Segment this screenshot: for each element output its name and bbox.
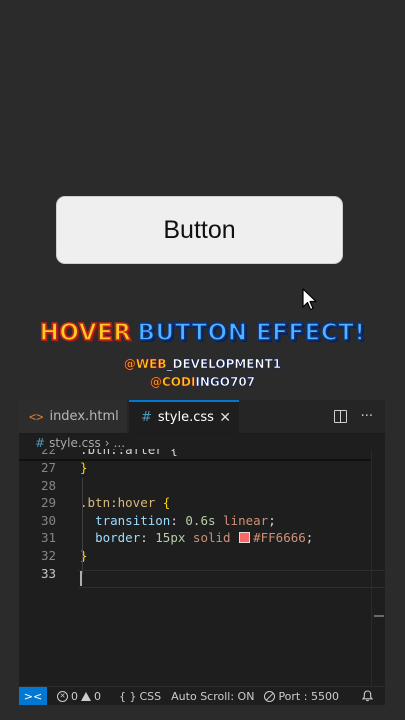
handle-web-development: @WEB_DEVELOPMENT1 <box>123 357 282 372</box>
editor-actions: ··· <box>333 400 373 433</box>
line-text: .btn:hover { <box>80 494 170 512</box>
status-bar: >< ✕ 0 0 { } CSS Auto Scroll: ON Port : … <box>19 686 385 705</box>
no-entry-icon <box>264 690 276 702</box>
tab-label: style.css <box>157 410 214 425</box>
code-line: 28 <box>19 477 385 495</box>
title-word-hover: HOVER <box>39 319 132 347</box>
warning-count: 0 <box>94 689 101 703</box>
close-tab-icon[interactable]: ✕ <box>219 410 231 426</box>
code-line: 27 } <box>19 459 385 477</box>
css-selector: .btn:hover <box>80 495 156 511</box>
remote-icon: >< <box>23 689 43 703</box>
breadcrumb-symbol[interactable]: ... <box>114 436 125 450</box>
language-label: CSS <box>139 689 162 703</box>
auto-scroll-button[interactable]: Auto Scroll: ON <box>171 690 254 703</box>
code-line: 31 border: 15px solid #FF6666; <box>19 529 385 547</box>
language-mode-button[interactable]: { } CSS <box>119 690 161 703</box>
css-property: transition <box>95 512 171 528</box>
css-keyword: linear <box>223 512 269 528</box>
more-actions-icon[interactable]: ··· <box>361 409 373 424</box>
line-number: 33 <box>40 565 56 581</box>
code-line: 22 .btn::after { <box>19 449 385 459</box>
line-text: border: 15px solid #FF6666; <box>95 530 314 546</box>
code-line: 30 transition: 0.6s linear; <box>19 512 385 530</box>
text-cursor <box>80 571 82 586</box>
port-label: Port : 5500 <box>278 689 339 703</box>
css-number: 0.6s <box>185 512 216 528</box>
mouse-pointer-icon <box>302 288 317 311</box>
handle-coding: @CODIINGO707 <box>149 375 256 390</box>
code-editor: <> index.html # style.css ✕ ··· # style.… <box>19 400 385 686</box>
line-number: 27 <box>40 460 56 475</box>
open-brace: { <box>162 495 171 511</box>
auto-scroll-label: Auto Scroll: ON <box>171 689 255 703</box>
css-file-icon: # <box>35 436 46 450</box>
demo-button[interactable]: Button <box>56 196 343 264</box>
title-word-button-effect: BUTTON EFFECT! <box>137 319 366 347</box>
html-file-icon: <> <box>29 409 44 424</box>
remote-indicator-button[interactable]: >< <box>19 687 47 705</box>
scrollbar-cursor-marker <box>374 615 384 617</box>
split-editor-icon[interactable] <box>333 410 347 423</box>
braces-icon: { } <box>119 689 137 703</box>
line-number: 31 <box>40 530 56 546</box>
line-text: .btn::after { <box>80 449 178 457</box>
tab-style-css[interactable]: # style.css ✕ <box>129 400 239 433</box>
error-count: 0 <box>71 689 78 703</box>
vertical-scrollbar[interactable] <box>371 450 385 686</box>
line-text: transition: 0.6s linear; <box>95 512 276 528</box>
code-area[interactable]: 22 .btn::after { 27 } 28 29 .btn:hover {… <box>19 449 385 582</box>
breadcrumb-file[interactable]: style.css <box>49 436 101 450</box>
current-line-highlight <box>78 570 385 588</box>
indent-guide <box>82 478 83 574</box>
tab-index-html[interactable]: <> index.html <box>19 400 127 433</box>
line-number: 30 <box>40 512 56 528</box>
line-number: 22 <box>40 449 56 457</box>
code-line: 29 .btn:hover { <box>19 494 385 512</box>
css-color-value: #FF6666 <box>253 530 306 546</box>
line-number: 32 <box>40 547 56 563</box>
line-number: 29 <box>40 495 56 511</box>
code-line: 32 } <box>19 547 385 565</box>
chevron-right-icon: › <box>104 436 110 450</box>
live-server-port-button[interactable]: Port : 5500 <box>264 690 339 703</box>
css-file-icon: # <box>141 410 152 425</box>
color-swatch[interactable] <box>239 532 251 544</box>
breadcrumb: # style.css › ... <box>35 436 125 450</box>
problems-indicator[interactable]: ✕ 0 0 <box>57 690 101 703</box>
line-text: } <box>80 460 88 475</box>
bell-icon[interactable] <box>362 690 373 702</box>
sticky-scroll-divider <box>19 459 371 461</box>
line-number: 28 <box>40 477 56 493</box>
tab-label: index.html <box>49 409 119 424</box>
error-icon: ✕ <box>57 690 68 702</box>
warning-icon <box>81 691 91 701</box>
css-property: border <box>95 530 141 546</box>
tab-bar: <> index.html # style.css ✕ ··· <box>19 400 385 434</box>
css-number: 15px <box>155 530 186 546</box>
video-title: HOVER BUTTON EFFECT! <box>0 319 405 347</box>
css-keyword: solid <box>192 530 231 546</box>
